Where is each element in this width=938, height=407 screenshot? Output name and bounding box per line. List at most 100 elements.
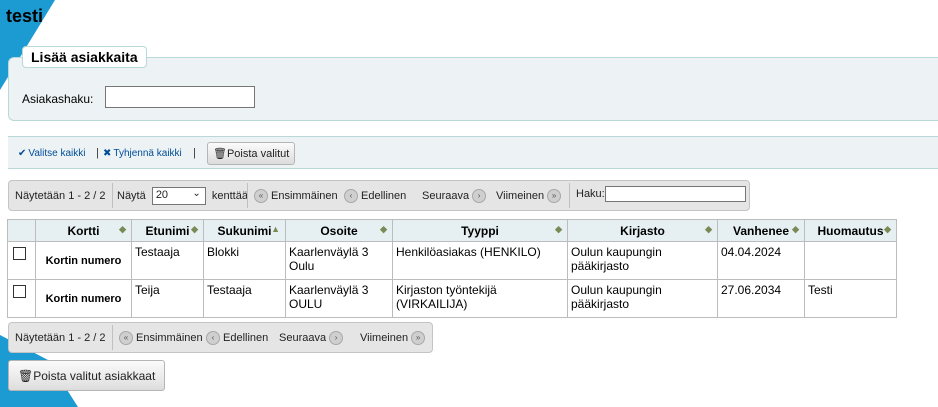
- previous-page-button[interactable]: ‹ Edellinen: [206, 331, 268, 345]
- divider: [569, 183, 570, 208]
- type-cell: Henkilöasiakas (HENKILO): [392, 241, 568, 280]
- table-header-row: Kortti ◆ Etunimi ◆ Sukunimi ▲ Osoite ◆ Tyypp…: [7, 219, 897, 242]
- row-select-cell: [7, 279, 36, 318]
- select-column-header: [7, 219, 36, 242]
- patron-search-label: Asiakashaku:: [22, 92, 94, 106]
- firstname-cell: Testaaja: [131, 241, 204, 280]
- sort-icon: ◆: [884, 224, 891, 234]
- filter-label: Haku:: [576, 187, 605, 200]
- right-icon: ›: [472, 189, 487, 203]
- divider: [112, 183, 113, 208]
- remove-selected-button[interactable]: 🗑Poista valitut: [207, 142, 296, 165]
- next-label: Seuraava: [279, 331, 327, 344]
- sort-icon: ◆: [119, 224, 126, 234]
- remove-selected-patrons-button[interactable]: 🗑Poista valitut asiakkaat: [8, 360, 166, 391]
- add-patrons-legend: Lisää asiakkaita: [22, 46, 147, 68]
- clear-all-label: Tyhjennä kaikki: [113, 148, 182, 159]
- select-all-link[interactable]: ✔ Valitse kaikki: [18, 148, 85, 159]
- previous-label: Edellinen: [223, 331, 269, 344]
- remove-selected-patrons-label: Poista valitut asiakkaat: [33, 369, 156, 383]
- row-checkbox[interactable]: [13, 247, 26, 260]
- card-number[interactable]: Kortin numero: [35, 241, 132, 280]
- row-select-cell: [7, 241, 36, 280]
- last-page-button[interactable]: Viimeinen»: [360, 331, 426, 345]
- left-icon: ‹: [206, 331, 220, 345]
- trash-icon: 🗑: [18, 369, 34, 383]
- column-header-surname[interactable]: Sukunimi ▲: [203, 219, 286, 242]
- sort-asc-icon: ▲: [271, 224, 280, 234]
- first-page-button[interactable]: «Ensimmäinen: [119, 331, 203, 345]
- last-label: Viimeinen: [496, 189, 545, 202]
- first-label: Ensimmäinen: [271, 189, 338, 202]
- x-icon: ✖: [103, 148, 112, 159]
- next-label: Seuraava: [422, 189, 470, 202]
- pager-top: Näytetään 1 - 2 / 2 Näytä 20 ⌄ kenttää «E…: [8, 180, 750, 211]
- chevron-down-icon: ⌄: [192, 188, 201, 199]
- type-cell: Kirjaston työntekijä (VIRKAILIJA): [392, 279, 568, 318]
- address-cell: Kaarlenväylä 3 OULU: [285, 279, 393, 318]
- sort-icon: ◆: [191, 224, 198, 234]
- previous-label: Edellinen: [361, 189, 407, 202]
- card-number[interactable]: Kortin numero: [35, 279, 132, 318]
- trash-icon: 🗑: [213, 148, 227, 160]
- divider: [247, 183, 248, 208]
- next-page-button[interactable]: Seuraava ›: [422, 189, 487, 203]
- separator: |: [96, 147, 99, 159]
- page-length-select[interactable]: 20 ⌄: [151, 187, 206, 205]
- first-label: Ensimmäinen: [136, 331, 203, 344]
- first-page-button[interactable]: «Ensimmäinen: [254, 189, 338, 203]
- sort-icon: ◆: [792, 224, 799, 234]
- pager-bottom: Näytetään 1 - 2 / 2 «Ensimmäinen ‹ Edelli…: [8, 322, 433, 353]
- row-checkbox[interactable]: [13, 285, 26, 298]
- patron-search-input[interactable]: [105, 86, 255, 108]
- last-label: Viimeinen: [360, 331, 409, 344]
- remove-selected-label: Poista valitut: [226, 148, 290, 160]
- page-length-value: 20: [155, 189, 169, 201]
- fields-label: kenttää: [211, 189, 248, 202]
- check-icon: ✔: [18, 148, 27, 159]
- firstname-cell: Teija: [131, 279, 204, 318]
- surname-cell: Testaaja: [203, 279, 286, 318]
- table-row: Kortin numero Testaaja Blokki Kaarlenväy…: [7, 241, 897, 280]
- divider: [112, 325, 113, 350]
- column-header-firstname[interactable]: Etunimi ◆: [131, 219, 204, 242]
- column-header-type[interactable]: Tyyppi ◆: [392, 219, 568, 242]
- page-title: testi: [6, 6, 44, 26]
- select-all-label: Valitse kaikki: [28, 148, 86, 159]
- sort-icon: ◆: [555, 224, 562, 234]
- pager-info: Näytetään 1 - 2 / 2: [15, 332, 106, 344]
- table-row: Kortin numero Teija Testaaja Kaarlenväyl…: [7, 279, 897, 318]
- table-filter: Haku:: [576, 186, 746, 202]
- pager-info: Näytetään 1 - 2 / 2: [15, 190, 106, 202]
- column-header-note[interactable]: Huomautus ◆: [804, 219, 897, 242]
- note-cell: [804, 241, 897, 280]
- column-header-address[interactable]: Osoite ◆: [285, 219, 393, 242]
- column-header-expires[interactable]: Vanhenee ◆: [717, 219, 805, 242]
- address-cell: Kaarlenväylä 3 Oulu: [285, 241, 393, 280]
- separator: |: [193, 147, 196, 159]
- library-cell: Oulun kaupungin pääkirjasto: [567, 241, 718, 280]
- double-right-icon: »: [547, 189, 562, 203]
- left-icon: ‹: [344, 189, 358, 203]
- double-left-icon: «: [254, 189, 268, 203]
- note-cell: Testi: [804, 279, 897, 318]
- last-page-button[interactable]: Viimeinen»: [496, 189, 562, 203]
- column-header-library[interactable]: Kirjasto ◆: [567, 219, 718, 242]
- page-length-control: Näytä 20 ⌄ kenttää: [117, 187, 248, 205]
- double-right-icon: »: [411, 331, 426, 345]
- next-page-button[interactable]: Seuraava ›: [279, 331, 344, 345]
- sort-icon: ◆: [705, 224, 712, 234]
- patron-table: Kortti ◆ Etunimi ◆ Sukunimi ▲ Osoite ◆ Tyypp…: [7, 219, 897, 318]
- column-header-card[interactable]: Kortti ◆: [35, 219, 132, 242]
- show-label: Näytä: [117, 189, 146, 202]
- previous-page-button[interactable]: ‹ Edellinen: [344, 189, 406, 203]
- surname-cell: Blokki: [203, 241, 286, 280]
- right-icon: ›: [329, 331, 344, 345]
- expires-cell: 27.06.2034: [717, 279, 805, 318]
- clear-all-link[interactable]: ✖ Tyhjennä kaikki: [103, 148, 182, 159]
- sort-icon: ◆: [380, 224, 387, 234]
- filter-input[interactable]: [604, 186, 746, 202]
- double-left-icon: «: [119, 331, 133, 345]
- library-cell: Oulun kaupungin pääkirjasto: [567, 279, 718, 318]
- expires-cell: 04.04.2024: [717, 241, 805, 280]
